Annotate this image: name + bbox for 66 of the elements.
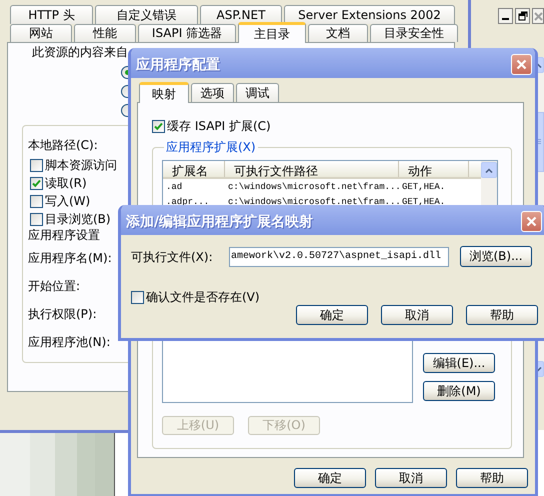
dialog-title: 添加/编辑应用程序扩展名映射 [126,212,314,230]
field-label: 可执行文件(X): [131,250,214,264]
checkbox-label: 缓存 ISAPI 扩展(C) [167,119,271,133]
content-source-label: 此资源的内容来自 [32,45,129,59]
tab[interactable]: 目录安全性 [370,24,458,42]
radio-button[interactable] [121,85,128,98]
table-cell-text: .ad [165,181,184,194]
group-label: 应用程序扩展(X) [165,139,257,156]
close-button[interactable] [532,8,544,24]
file-path-field[interactable]: amework\v2.0.50727\aspnet_isapi.dll [229,246,449,266]
tab[interactable]: HTTP 头 [10,5,93,24]
checkbox[interactable] [152,120,165,132]
checkbox-label: 脚本资源访问 [45,158,117,172]
button[interactable]: 删除(M) [423,381,495,401]
checkbox[interactable] [30,212,43,226]
field-label: 应用程序名(M): [28,251,112,265]
tab[interactable]: 选项 [191,83,234,102]
checkbox-label: 写入(W) [45,194,90,208]
field-label: 开始位置: [28,279,80,293]
minimize-button[interactable] [498,8,513,24]
scroll-up-button[interactable] [481,162,497,178]
checkbox[interactable] [131,290,144,304]
checkbox-label: 目录浏览(B) [45,212,111,226]
field-label: 执行权限(P): [28,307,97,321]
close-icon [526,216,537,227]
tab[interactable]: 网站 [10,24,72,42]
close-icon [516,59,527,70]
local-path-label: 本地路径(C): [28,138,98,152]
dialog-title: 应用程序配置 [136,56,220,74]
checkbox-label: 确认文件是否存在(V) [146,290,260,304]
radio-button[interactable] [121,104,128,117]
table-cell-text: c:\windows\microsoft.net\fram... [227,181,399,194]
tab[interactable]: 自定义错误 [95,5,198,24]
tab[interactable]: 调试 [236,83,279,102]
button[interactable]: 编辑(E)... [423,353,495,373]
section-heading: 应用程序设置 [28,228,100,242]
checkbox-label: 读取(R) [45,176,87,190]
restore-button[interactable] [515,8,530,24]
column-header[interactable]: 动作 [399,161,469,177]
table-cell-text: c:\windows\microsoft.net\fram... [227,196,399,209]
restore-icon [518,11,528,21]
tab[interactable]: ISAPI 筛选器 [138,24,236,42]
button[interactable]: 取消 [381,305,453,325]
tab[interactable]: 性能 [74,24,136,42]
close-icon [534,12,542,20]
column-header[interactable]: 可执行文件路径 [225,161,399,177]
button[interactable]: 确定 [296,305,368,325]
button[interactable]: 帮助 [456,468,528,488]
table-cell-text: .adpr... [165,196,210,209]
tab[interactable]: 文档 [308,24,368,42]
checkbox[interactable] [30,158,43,172]
checkbox[interactable] [30,176,43,190]
button[interactable]: 帮助 [466,305,538,325]
table-cell-text: GET,HEA. [401,196,446,209]
radio-button[interactable] [121,66,128,79]
tab[interactable]: Server Extensions 2002 [284,5,455,24]
button[interactable]: 浏览(B)... [460,246,532,267]
button[interactable]: 取消 [375,468,447,488]
table-cell-text: GET,HEA. [401,181,446,194]
checkbox[interactable] [30,194,43,208]
tab[interactable]: 映射 [139,82,189,103]
button[interactable]: 确定 [294,468,366,488]
column-header[interactable]: 扩展名 [163,161,225,177]
tab[interactable]: ASP.NET [200,5,282,24]
tab[interactable]: 主目录 [238,22,306,43]
field-label: 应用程序池(N): [28,335,110,349]
